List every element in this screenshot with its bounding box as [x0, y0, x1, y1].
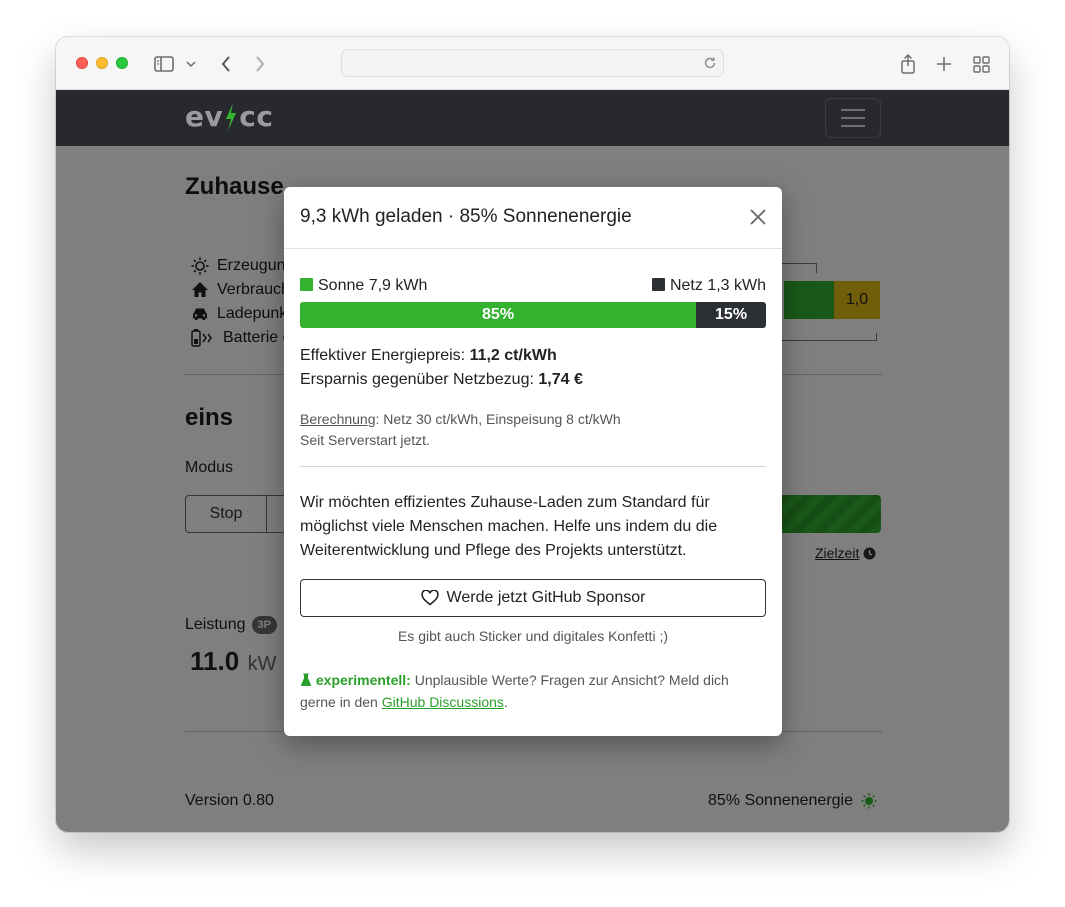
- sponsor-pitch: Wir möchten effizientes Zuhause-Laden zu…: [300, 494, 718, 559]
- close-icon[interactable]: [748, 207, 768, 227]
- heart-icon: [420, 590, 439, 606]
- evcc-logo[interactable]: ev cc: [185, 100, 273, 133]
- minimize-window-button[interactable]: [96, 57, 108, 69]
- modal-divider: [300, 466, 766, 467]
- share-icon[interactable]: [898, 53, 918, 75]
- tab-overview-icon[interactable]: [971, 53, 991, 75]
- browser-window: ev cc Zuhause Erzeugung Verbrauch Ladepu…: [56, 37, 1009, 832]
- address-bar[interactable]: [341, 49, 724, 77]
- modal-header: 9,3 kWh geladen · 85% Sonnenenergie: [284, 187, 782, 249]
- zoom-window-button[interactable]: [116, 57, 128, 69]
- since-info: Seit Serverstart jetzt.: [300, 432, 430, 448]
- sidebar-toggle-icon[interactable]: [152, 53, 176, 75]
- browser-toolbar: [56, 37, 1009, 90]
- calculation-link[interactable]: Berechnung: [300, 411, 376, 427]
- effective-price: Effektiver Energiepreis: 11,2 ct/kWh: [300, 347, 557, 364]
- savings-modal: 9,3 kWh geladen · 85% Sonnenenergie Sonn…: [284, 187, 782, 736]
- forward-icon[interactable]: [250, 53, 270, 75]
- sticker-note: Es gibt auch Sticker und digitales Konfe…: [397, 628, 669, 644]
- experimental-note: experimentell: Unplausible Werte? Fragen…: [300, 672, 729, 710]
- new-tab-icon[interactable]: [934, 53, 954, 75]
- close-window-button[interactable]: [76, 57, 88, 69]
- github-sponsor-button[interactable]: Werde jetzt GitHub Sponsor: [300, 579, 766, 617]
- app-navbar: ev cc: [56, 90, 1009, 146]
- menu-toggle-button[interactable]: [825, 98, 881, 138]
- solar-legend: Sonne 7,9 kWh: [300, 277, 427, 295]
- chevron-down-icon[interactable]: [184, 53, 198, 75]
- solar-share-segment: 85%: [300, 302, 697, 328]
- reload-icon[interactable]: [703, 56, 717, 75]
- lightning-icon: [226, 102, 237, 131]
- savings: Ersparnis gegenüber Netzbezug: 1,74 €: [300, 371, 583, 388]
- flask-icon: [300, 673, 312, 686]
- back-icon[interactable]: [216, 53, 236, 75]
- calculation-info: Berechnung: Netz 30 ct/kWh, Einspeisung …: [300, 411, 621, 427]
- energy-share-bar: 85% 15%: [300, 302, 766, 328]
- modal-title: 9,3 kWh geladen · 85% Sonnenenergie: [300, 206, 632, 227]
- grid-share-segment: 15%: [696, 302, 766, 328]
- github-discussions-link[interactable]: GitHub Discussions: [382, 694, 504, 710]
- grid-legend: Netz 1,3 kWh: [651, 277, 766, 295]
- energy-source-labels: Sonne 7,9 kWh Netz 1,3 kWh: [300, 277, 766, 295]
